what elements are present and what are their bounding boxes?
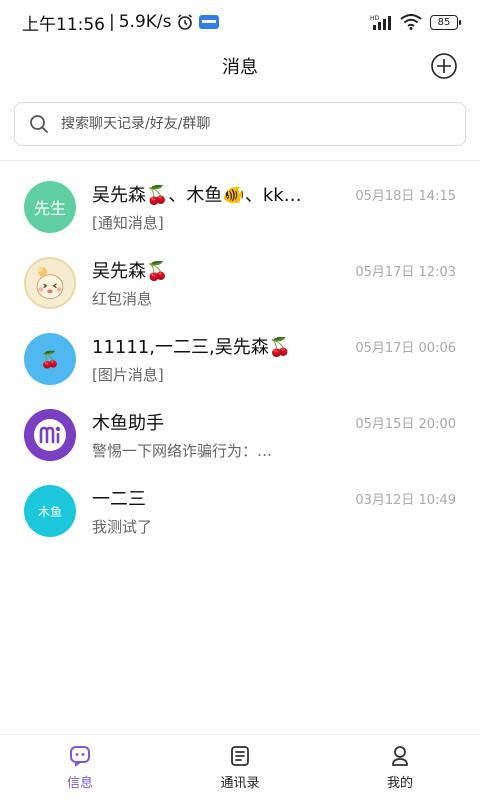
chat-body: 木鱼助手 05月15日 20:00 警惕一下网络诈骗行为：…: [92, 409, 456, 461]
tab-label: 我的: [386, 776, 413, 791]
chat-item[interactable]: 木鱼助手 05月15日 20:00 警惕一下网络诈骗行为：…: [0, 397, 480, 473]
avatar: 先生: [24, 181, 76, 233]
chat-body: 吴先森🍒 05月17日 12:03 红包消息: [92, 257, 456, 309]
avatar: [24, 257, 76, 309]
tab-contacts[interactable]: 通讯录: [160, 735, 320, 800]
search-wrap: [0, 88, 480, 146]
wifi-icon: [400, 14, 422, 30]
chat-preview: [通知消息]: [92, 214, 164, 232]
status-right: HD 85: [370, 14, 461, 30]
search-icon: [30, 115, 48, 133]
plus-circle-icon[interactable]: [430, 52, 458, 80]
avatar-text: 木鱼: [37, 504, 62, 519]
chat-time: 05月17日 00:06: [355, 340, 456, 356]
page-title: 消息: [222, 57, 258, 78]
nav-bar: 消息: [0, 44, 480, 88]
chat-name: 木鱼助手: [92, 413, 164, 434]
muyu-logo-icon: [24, 409, 76, 461]
search-box[interactable]: [14, 102, 466, 146]
svg-text:HD: HD: [370, 15, 380, 22]
chat-top: 一二三 03月12日 10:49: [92, 485, 456, 511]
chat-time: 03月12日 10:49: [355, 492, 456, 508]
chat-preview: 我测试了: [92, 518, 153, 536]
chat-top: 11111,一二三,吴先森🍒 05月17日 00:06: [92, 333, 456, 359]
search-input[interactable]: [61, 116, 451, 132]
chat-item[interactable]: 吴先森🍒 05月17日 12:03 红包消息: [0, 245, 480, 321]
chat-time: 05月17日 12:03: [355, 264, 456, 280]
chat-preview: 警惕一下网络诈骗行为：…: [92, 442, 273, 460]
chat-top: 吴先森🍒 05月17日 12:03: [92, 257, 456, 283]
avatar-text: 🍒: [40, 349, 60, 369]
avatar: 🍒: [24, 333, 76, 385]
chat-list: 先生 吴先森🍒、木鱼🐠、kk… 05月18日 14:15 [通知消息] 吴先森🍒…: [0, 169, 480, 549]
chat-item[interactable]: 🍒 11111,一二三,吴先森🍒 05月17日 00:06 [图片消息]: [0, 321, 480, 397]
chat-bubble-icon: [70, 746, 90, 767]
person-icon: [392, 746, 408, 766]
chat-name: 一二三: [92, 489, 146, 510]
tab-label: 通讯录: [220, 776, 260, 791]
chat-item[interactable]: 木鱼 一二三 03月12日 10:49 我测试了: [0, 473, 480, 549]
chat-name: 吴先森🍒、木鱼🐠、kk…: [92, 185, 302, 206]
alarm-icon: [177, 14, 192, 30]
chat-name: 吴先森🍒: [92, 261, 169, 282]
battery-level: 85: [437, 16, 451, 28]
chat-name: 11111,一二三,吴先森🍒: [92, 337, 292, 358]
divider: [0, 160, 480, 161]
chat-preview: [图片消息]: [92, 366, 164, 384]
chat-top: 木鱼助手 05月15日 20:00: [92, 409, 456, 435]
chat-body: 一二三 03月12日 10:49 我测试了: [92, 485, 456, 537]
cartoon-avatar-icon: [26, 259, 74, 307]
chat-time: 05月15日 20:00: [355, 416, 456, 432]
chat-time: 05月18日 14:15: [355, 188, 456, 204]
avatar: 木鱼: [24, 485, 76, 537]
status-time: 上午11:56: [22, 14, 105, 35]
tab-label: 信息: [66, 776, 93, 791]
chat-body: 11111,一二三,吴先森🍒 05月17日 00:06 [图片消息]: [92, 333, 456, 385]
avatar-text: 先生: [33, 199, 66, 218]
tab-mine[interactable]: 我的: [320, 735, 480, 800]
chat-preview: 红包消息: [92, 290, 153, 308]
signal-icon: HD: [370, 15, 391, 30]
avatar: [24, 409, 76, 461]
chat-item[interactable]: 先生 吴先森🍒、木鱼🐠、kk… 05月18日 14:15 [通知消息]: [0, 169, 480, 245]
network-speed: 5.9K/s: [118, 12, 172, 32]
chat-body: 吴先森🍒、木鱼🐠、kk… 05月18日 14:15 [通知消息]: [92, 181, 456, 233]
tab-messages[interactable]: 信息: [0, 735, 160, 800]
tab-bar: 信息 通讯录 我的: [0, 734, 480, 800]
chat-top: 吴先森🍒、木鱼🐠、kk… 05月18日 14:15: [92, 181, 456, 207]
app-notification-icon: [198, 15, 219, 29]
battery-icon: 85: [430, 14, 461, 30]
contacts-book-icon: [231, 746, 249, 766]
status-separator: |: [109, 12, 115, 32]
status-left: 上午11:56 | 5.9K/s: [22, 10, 220, 35]
status-bar: 上午11:56 | 5.9K/s HD 85: [0, 0, 480, 44]
